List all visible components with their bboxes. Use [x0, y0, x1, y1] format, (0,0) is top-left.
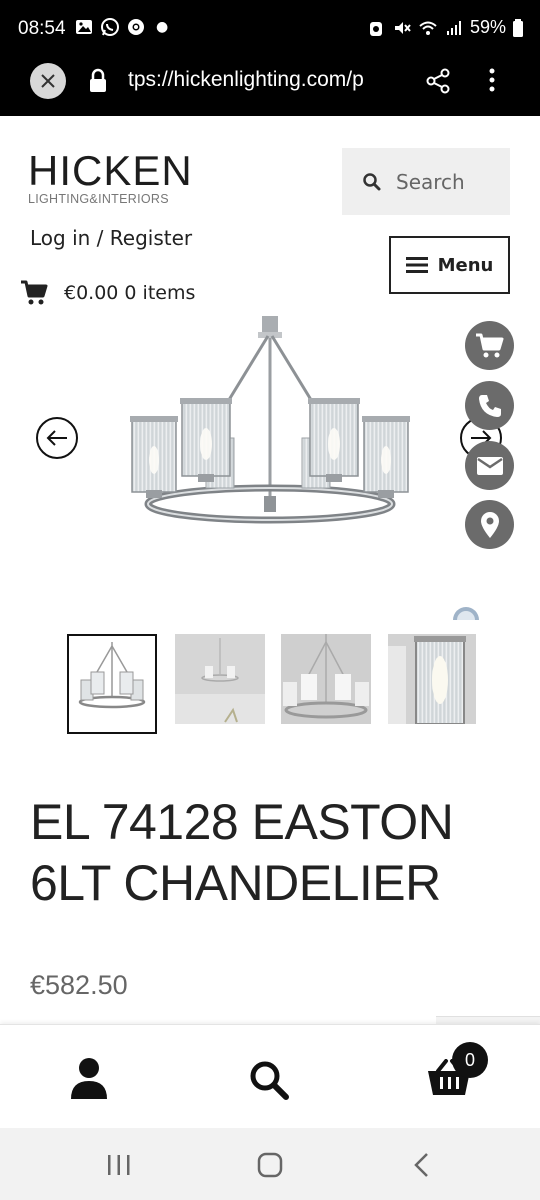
floating-location-button[interactable] [465, 500, 514, 549]
cart-icon [21, 280, 48, 305]
gallery-icon [76, 20, 92, 34]
product-title-line-1: EL 74128 EASTON [30, 794, 454, 850]
product-price: €582.50 [30, 970, 128, 1000]
thumbnail-image [388, 634, 476, 724]
account-icon[interactable] [70, 1057, 108, 1099]
mail-icon [476, 456, 503, 475]
alarm-icon [369, 21, 382, 36]
hamburger-icon [405, 257, 428, 273]
arrow-left-icon [46, 430, 67, 446]
thumbnail-2[interactable] [175, 634, 265, 724]
login-register-link[interactable]: Log in / Register [30, 226, 192, 250]
search-placeholder: Search [396, 169, 465, 194]
wifi-icon [419, 21, 437, 35]
thumbnail-3[interactable] [281, 634, 371, 724]
thumbnail-4[interactable] [388, 634, 476, 724]
status-bar: 08:54 ● 59% [0, 0, 540, 60]
battery-level: 59% [469, 17, 506, 37]
thumbnail-1[interactable] [67, 634, 157, 734]
menu-label: Menu [437, 254, 494, 276]
whatsapp-icon [101, 18, 119, 36]
cart-summary-link[interactable]: €0.00 0 items [20, 280, 195, 306]
more-notifications-icon: ● [156, 19, 169, 35]
product-title: EL 74128 EASTON 6LT CHANDELIER [30, 792, 510, 914]
share-icon[interactable] [424, 67, 452, 95]
chrome-icon [128, 19, 144, 35]
browser-toolbar: tps://hickenlighting.com/p [0, 60, 540, 116]
thumbnail-image [281, 634, 371, 724]
cart-summary-text: €0.00 0 items [64, 282, 196, 304]
cart-icon [475, 333, 503, 357]
floating-email-button[interactable] [465, 441, 514, 490]
signal-icon [446, 20, 461, 35]
bottom-navigation [0, 1024, 540, 1128]
lock-icon[interactable] [88, 68, 108, 94]
map-pin-icon [480, 511, 499, 538]
search-icon[interactable] [248, 1059, 290, 1101]
floating-cart-button[interactable] [465, 321, 514, 370]
status-time: 08:54 [18, 18, 66, 39]
mute-icon [394, 21, 411, 34]
search-icon [363, 172, 381, 190]
menu-button[interactable]: Menu [389, 236, 510, 294]
search-input[interactable]: Search [342, 148, 510, 215]
thumbnail-image [78, 642, 146, 709]
back-icon[interactable] [412, 1152, 432, 1178]
battery-icon [513, 18, 523, 37]
logo-wordmark: HICKEN [28, 147, 193, 194]
site-logo[interactable]: HICKEN LIGHTING&INTERIORS [28, 147, 203, 207]
system-status-icons: 59% [366, 17, 524, 38]
basket-count-badge: 0 [452, 1042, 488, 1078]
previous-image-button[interactable] [36, 417, 78, 459]
notification-icons: ● [74, 17, 168, 37]
more-options-icon[interactable] [482, 65, 502, 95]
logo-tagline: LIGHTING&INTERIORS [28, 192, 169, 206]
floating-phone-button[interactable] [465, 381, 514, 430]
close-tab-button[interactable] [30, 63, 66, 99]
phone-icon [478, 394, 501, 417]
close-icon [41, 74, 55, 88]
recent-apps-icon[interactable] [106, 1153, 132, 1177]
system-navigation-bar [0, 1128, 540, 1200]
url-field[interactable]: tps://hickenlighting.com/p [128, 68, 404, 92]
thumbnail-image [175, 634, 265, 724]
product-main-image[interactable] [120, 312, 420, 542]
zoom-indicator-icon [453, 607, 479, 620]
product-title-line-2: 6LT CHANDELIER [30, 855, 441, 911]
home-icon[interactable] [257, 1152, 283, 1178]
